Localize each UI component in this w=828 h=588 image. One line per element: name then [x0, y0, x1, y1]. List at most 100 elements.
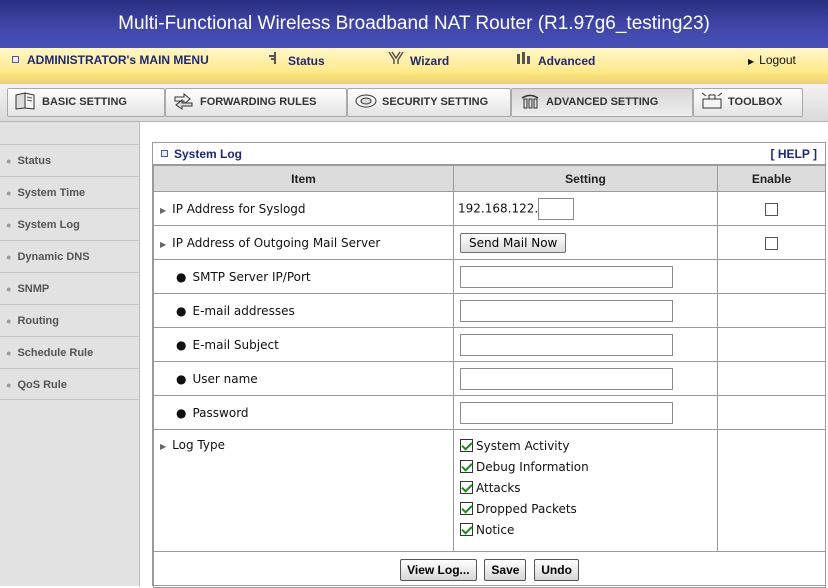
password-enable-cell: [717, 395, 826, 430]
username-input[interactable]: [460, 367, 673, 390]
logtype-option-label: System Activity: [476, 439, 570, 453]
logtype-option[interactable]: Debug Information: [460, 457, 717, 478]
arrows-icon: [172, 92, 196, 111]
logtype-option[interactable]: Attacks: [460, 478, 717, 499]
logtype-enable-cell: [717, 429, 826, 552]
system-log-table: Item Setting Enable ▶ IP Address for Sysl…: [153, 165, 826, 588]
arrow-icon: ▶: [160, 205, 167, 215]
menu-logout-label: Logout: [759, 53, 796, 67]
bullet-icon: ●: [6, 252, 12, 262]
mail-server-enable-checkbox[interactable]: [765, 236, 778, 250]
logtype-option[interactable]: System Activity: [460, 436, 717, 457]
bullet-icon: ●: [6, 188, 12, 198]
router-title: Multi-Functional Wireless Broadband NAT …: [0, 0, 828, 48]
table-row: ▶ IP Address of Outgoing Mail Server Send…: [153, 225, 826, 260]
sidebar-item-schedule-rule[interactable]: ● Schedule Rule: [0, 336, 139, 368]
help-link[interactable]: [ HELP ]: [771, 143, 817, 165]
main-menu-bar: ADMINISTRATOR's MAIN MENU Status Wizard …: [0, 48, 828, 73]
dropped-packets-checkbox[interactable]: [460, 502, 473, 515]
sidebar-item-label: SNMP: [17, 283, 50, 295]
syslogd-ip-input[interactable]: [538, 197, 575, 220]
status-icon: [268, 48, 282, 73]
save-button[interactable]: Save: [484, 558, 527, 581]
sidebar-item-label: QoS Rule: [17, 379, 67, 391]
decorative-strip: [0, 73, 828, 84]
table-row: ● SMTP Server IP/Port: [153, 259, 826, 294]
logout-arrow-icon: ▶: [748, 57, 755, 66]
smtp-server-input[interactable]: [460, 265, 673, 288]
logtype-label: Log Type: [172, 438, 225, 452]
bullet-icon: ●: [6, 316, 12, 326]
column-header-item: Item: [153, 165, 454, 192]
shield-icon: [354, 92, 378, 110]
table-row: ● E-mail Subject: [153, 327, 826, 362]
tab-forwarding-rules[interactable]: FORWARDING RULES: [165, 88, 347, 117]
password-input[interactable]: [460, 401, 673, 424]
logtype-setting-cell: System Activity Debug Information Attack…: [453, 429, 718, 552]
menu-advanced[interactable]: Advanced: [516, 48, 595, 73]
system-log-panel: System Log [ HELP ] Item Setting Enable …: [152, 142, 826, 588]
sidebar-item-status[interactable]: ● Status: [0, 144, 139, 176]
undo-button[interactable]: Undo: [534, 558, 579, 581]
wizard-icon: [388, 48, 404, 73]
email-addresses-input[interactable]: [460, 299, 673, 322]
bullet-icon: ●: [176, 269, 187, 284]
tab-basic-setting[interactable]: BASIC SETTING: [7, 88, 165, 117]
smtp-label: SMTP Server IP/Port: [192, 269, 311, 284]
sidebar-item-system-log[interactable]: ● System Log: [0, 208, 139, 240]
sidebar-item-routing[interactable]: ● Routing: [0, 304, 139, 336]
table-row: ▶ Log Type System Activity Debug Informat…: [153, 429, 826, 552]
syslogd-enable-checkbox[interactable]: [765, 202, 778, 216]
bullet-icon: ●: [6, 220, 12, 230]
bullet-icon: ●: [176, 405, 187, 420]
view-log-button[interactable]: View Log...: [400, 558, 477, 581]
tab-advanced-setting[interactable]: ADVANCED SETTING: [511, 88, 693, 117]
email-label: E-mail addresses: [192, 303, 295, 318]
menu-wizard-label: Wizard: [410, 54, 450, 68]
tabs-bar: BASIC SETTING FORWARDING RULES SECURITY …: [0, 84, 828, 122]
table-row: ● E-mail addresses: [153, 293, 826, 328]
sidebar-item-snmp[interactable]: ● SNMP: [0, 272, 139, 304]
password-label-cell: ● Password: [153, 395, 454, 430]
password-label: Password: [192, 405, 249, 420]
logtype-option[interactable]: Notice: [460, 520, 717, 541]
username-setting-cell: [453, 361, 718, 396]
menu-wizard[interactable]: Wizard: [388, 48, 449, 73]
mail-server-setting-cell: Send Mail Now: [453, 225, 718, 260]
email-subject-input[interactable]: [460, 333, 673, 356]
bullet-icon: ●: [6, 380, 12, 390]
sidebar-item-label: Dynamic DNS: [17, 251, 90, 263]
logtype-option[interactable]: Dropped Packets: [460, 499, 717, 520]
syslogd-label-cell: ▶ IP Address for Syslogd: [153, 191, 454, 226]
send-mail-now-button[interactable]: Send Mail Now: [460, 232, 567, 253]
admin-main-menu[interactable]: ADMINISTRATOR's MAIN MENU: [12, 48, 209, 73]
admin-main-menu-label: ADMINISTRATOR's MAIN MENU: [27, 53, 209, 67]
notice-checkbox[interactable]: [460, 523, 473, 536]
email-label-cell: ● E-mail addresses: [153, 293, 454, 328]
bullet-icon: ●: [6, 284, 12, 294]
menu-status[interactable]: Status: [268, 48, 325, 73]
panel-square-icon: [161, 150, 168, 157]
footer-buttons-cell: View Log... Save Undo: [153, 551, 826, 588]
sidebar-item-system-time[interactable]: ● System Time: [0, 176, 139, 208]
debug-information-checkbox[interactable]: [460, 460, 473, 473]
advanced-icon: [516, 48, 532, 73]
sidebar-item-dynamic-dns[interactable]: ● Dynamic DNS: [0, 240, 139, 272]
password-setting-cell: [453, 395, 718, 430]
sidebar-item-label: Routing: [17, 315, 59, 327]
syslogd-label: IP Address for Syslogd: [172, 201, 306, 216]
sidebar-item-label: System Time: [17, 187, 86, 199]
arrow-icon: ▶: [160, 442, 167, 451]
menu-logout[interactable]: ▶ Logout: [748, 48, 796, 73]
sidebar-item-qos-rule[interactable]: ● QoS Rule: [0, 368, 139, 400]
attacks-checkbox[interactable]: [460, 481, 473, 494]
tab-security-setting[interactable]: SECURITY SETTING: [347, 88, 511, 117]
table-row: ● User name: [153, 361, 826, 396]
tab-toolbox[interactable]: TOOLBOX: [693, 88, 803, 117]
book-icon: [14, 92, 38, 110]
arrow-icon: ▶: [160, 239, 167, 249]
tab-security-setting-label: SECURITY SETTING: [382, 96, 489, 108]
bullet-icon: ●: [176, 371, 187, 386]
system-activity-checkbox[interactable]: [460, 439, 473, 452]
email-setting-cell: [453, 293, 718, 328]
